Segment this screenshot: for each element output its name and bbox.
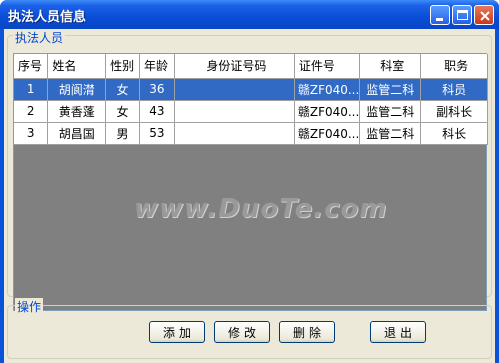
column-header-position[interactable]: 职务: [420, 54, 488, 79]
cell-index: 3: [14, 122, 49, 145]
cell-position: 副科长: [420, 100, 488, 123]
column-header-age[interactable]: 年龄: [139, 54, 175, 79]
minimize-icon: [436, 18, 443, 21]
people-grid[interactable]: 序号 姓名 性别 年龄 身份证号码 证件号 科室 职务 1 胡阆潸 女 36 赣…: [13, 53, 488, 311]
cell-age: 53: [139, 122, 175, 145]
add-button[interactable]: 添加: [149, 321, 205, 343]
cell-age: 36: [139, 78, 175, 101]
table-row[interactable]: 1 胡阆潸 女 36 赣ZF040... 监管二科 科员: [14, 78, 488, 101]
window-title: 执法人员信息: [8, 10, 87, 25]
title-bar[interactable]: 执法人员信息: [0, 0, 499, 29]
cell-gender: 女: [105, 100, 140, 123]
cell-name: 黄香蓬: [47, 100, 107, 123]
column-header-department[interactable]: 科室: [359, 54, 422, 79]
table-header-row: 序号 姓名 性别 年龄 身份证号码 证件号 科室 职务: [14, 54, 488, 79]
cell-age: 43: [139, 100, 175, 123]
delete-button[interactable]: 删除: [279, 321, 335, 343]
client-area: 执法人员 序号 姓名 性别 年龄 身份证号码 证件号 科室 职务 1 胡阆潸 女…: [4, 29, 495, 363]
actions-group-legend: 操作: [15, 298, 44, 315]
cell-cert-number: 赣ZF040...: [294, 78, 361, 101]
exit-button[interactable]: 退出: [370, 321, 426, 343]
maximize-button[interactable]: [452, 5, 472, 25]
cell-id-number: [174, 122, 295, 145]
cell-gender: 女: [105, 78, 140, 101]
people-table: 序号 姓名 性别 年龄 身份证号码 证件号 科室 职务 1 胡阆潸 女 36 赣…: [14, 54, 488, 145]
people-group-legend: 执法人员: [13, 29, 66, 46]
column-header-index[interactable]: 序号: [14, 54, 49, 79]
edit-button[interactable]: 修改: [214, 321, 270, 343]
cell-id-number: [174, 100, 295, 123]
cell-gender: 男: [105, 122, 140, 145]
table-row[interactable]: 2 黄香蓬 女 43 赣ZF040... 监管二科 副科长: [14, 100, 488, 123]
cell-name: 胡昌国: [47, 122, 107, 145]
column-header-id-number[interactable]: 身份证号码: [174, 54, 295, 79]
column-header-name[interactable]: 姓名: [47, 54, 107, 79]
cell-position: 科员: [420, 78, 488, 101]
close-button[interactable]: [474, 5, 494, 25]
cell-cert-number: 赣ZF040...: [294, 122, 361, 145]
cell-cert-number: 赣ZF040...: [294, 100, 361, 123]
table-row[interactable]: 3 胡昌国 男 53 赣ZF040... 监管二科 科长: [14, 122, 488, 145]
cell-id-number: [174, 78, 295, 101]
main-window: 执法人员信息 执法人员 序号 姓名 性别 年龄 身份证号码 证件号 科室 职务 …: [0, 0, 499, 363]
close-icon: [480, 11, 490, 21]
cell-index: 2: [14, 100, 49, 123]
cell-index: 1: [14, 78, 49, 101]
cell-department: 监管二科: [359, 78, 422, 101]
column-header-cert-number[interactable]: 证件号: [294, 54, 361, 79]
cell-department: 监管二科: [359, 122, 422, 145]
cell-name: 胡阆潸: [47, 78, 107, 101]
maximize-icon: [457, 10, 468, 20]
column-header-gender[interactable]: 性别: [105, 54, 140, 79]
cell-position: 科长: [420, 122, 488, 145]
minimize-button[interactable]: [430, 5, 450, 25]
watermark-text: www.DuoTe.com: [134, 194, 388, 224]
cell-department: 监管二科: [359, 100, 422, 123]
